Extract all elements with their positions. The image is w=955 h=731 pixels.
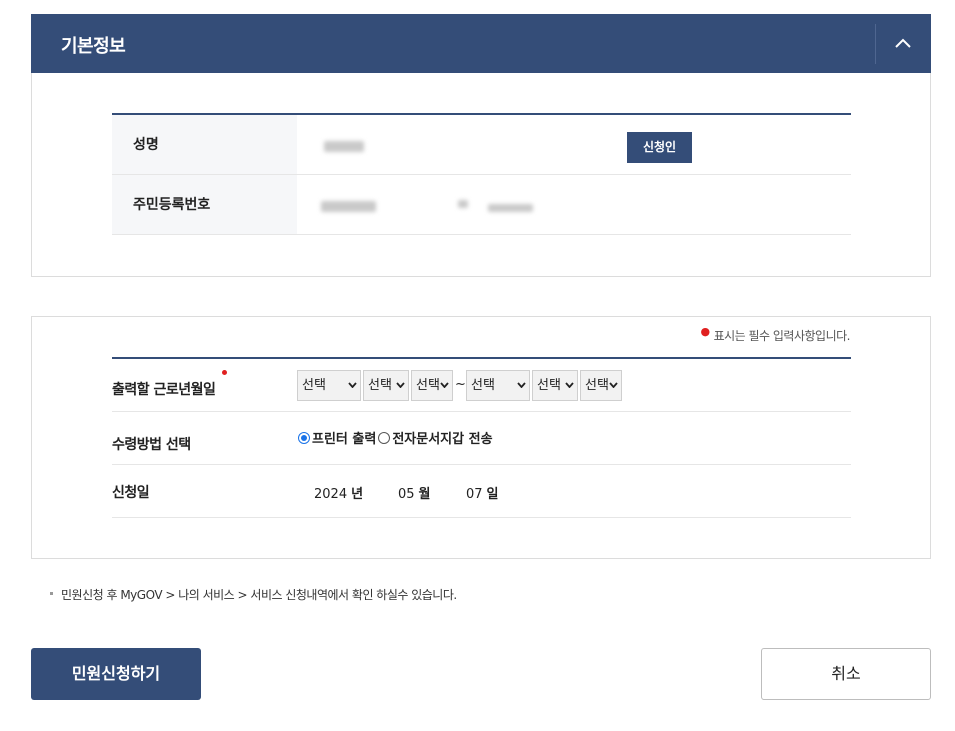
panel-title: 기본정보 [61, 36, 126, 57]
from-year-select[interactable]: 선택 [297, 370, 361, 401]
name-row: 성명 신청인 [112, 115, 851, 175]
notice-text: 민원신청 후 MyGOV > 나의 서비스 > 서비스 신청내역에서 확인 하실… [50, 586, 457, 603]
name-label: 성명 [112, 115, 297, 174]
required-note: ● 표시는 필수 입력사항입니다. [700, 325, 851, 344]
printer-radio-label[interactable]: 프린터 출력 [312, 428, 376, 447]
apply-date-row: 신청일 2024 년 05 월 07 일 [112, 465, 851, 518]
basic-info-header: 기본정보 [31, 14, 931, 73]
apply-day: 07 일 [466, 487, 499, 502]
from-day-select[interactable]: 선택 [411, 370, 453, 401]
resident-number-front-redacted [321, 201, 376, 212]
collapse-button[interactable] [876, 14, 931, 73]
to-day-select[interactable]: 선택 [580, 370, 622, 401]
from-month-select[interactable]: 선택 [363, 370, 409, 401]
required-marker: ● [700, 325, 710, 338]
work-period-row: 출력할 근로년월일 선택 선택 선택 ~ 선택 선택 선택 [112, 359, 851, 412]
required-note-text: 표시는 필수 입력사항입니다. [713, 329, 851, 343]
apply-date-label: 신청일 [112, 485, 150, 501]
printer-radio[interactable] [298, 431, 310, 444]
bullet-icon [50, 592, 53, 595]
applicant-badge: 신청인 [627, 132, 692, 163]
to-year-select[interactable]: 선택 [466, 370, 530, 401]
resident-number-row: 주민등록번호 [112, 175, 851, 235]
submit-button[interactable]: 민원신청하기 [31, 648, 201, 700]
cancel-button[interactable]: 취소 [761, 648, 931, 700]
chevron-down-icon [517, 382, 526, 388]
required-dot [222, 370, 227, 375]
request-form: 출력할 근로년월일 선택 선택 선택 ~ 선택 선택 선택 수령방법 선택 프린… [112, 357, 851, 518]
receive-method-options: 프린터 출력 전자문서지갑 전송 [298, 428, 493, 447]
chevron-up-icon [895, 38, 911, 48]
apply-year: 2024 년 [314, 487, 364, 502]
name-value-redacted [324, 141, 364, 152]
period-separator: ~ [455, 377, 466, 392]
receive-method-label: 수령방법 선택 [112, 437, 191, 453]
resident-number-mid-redacted [458, 200, 468, 208]
apply-month: 05 월 [398, 487, 431, 502]
wallet-radio[interactable] [378, 431, 391, 444]
chevron-down-icon [609, 382, 618, 388]
receive-method-row: 수령방법 선택 프린터 출력 전자문서지갑 전송 [112, 412, 851, 465]
basic-info-table: 성명 신청인 주민등록번호 [112, 113, 851, 235]
work-period-label: 출력할 근로년월일 [112, 382, 216, 398]
chevron-down-icon [348, 382, 357, 388]
chevron-down-icon [565, 382, 574, 388]
wallet-radio-label[interactable]: 전자문서지갑 전송 [392, 428, 492, 447]
chevron-down-icon [396, 382, 405, 388]
chevron-down-icon [440, 382, 449, 388]
resident-number-label: 주민등록번호 [112, 175, 297, 234]
resident-number-back-redacted [488, 204, 533, 212]
basic-info-panel: 성명 신청인 주민등록번호 [31, 73, 931, 277]
request-form-panel: ● 표시는 필수 입력사항입니다. 출력할 근로년월일 선택 선택 선택 ~ 선택… [31, 316, 931, 559]
to-month-select[interactable]: 선택 [532, 370, 578, 401]
